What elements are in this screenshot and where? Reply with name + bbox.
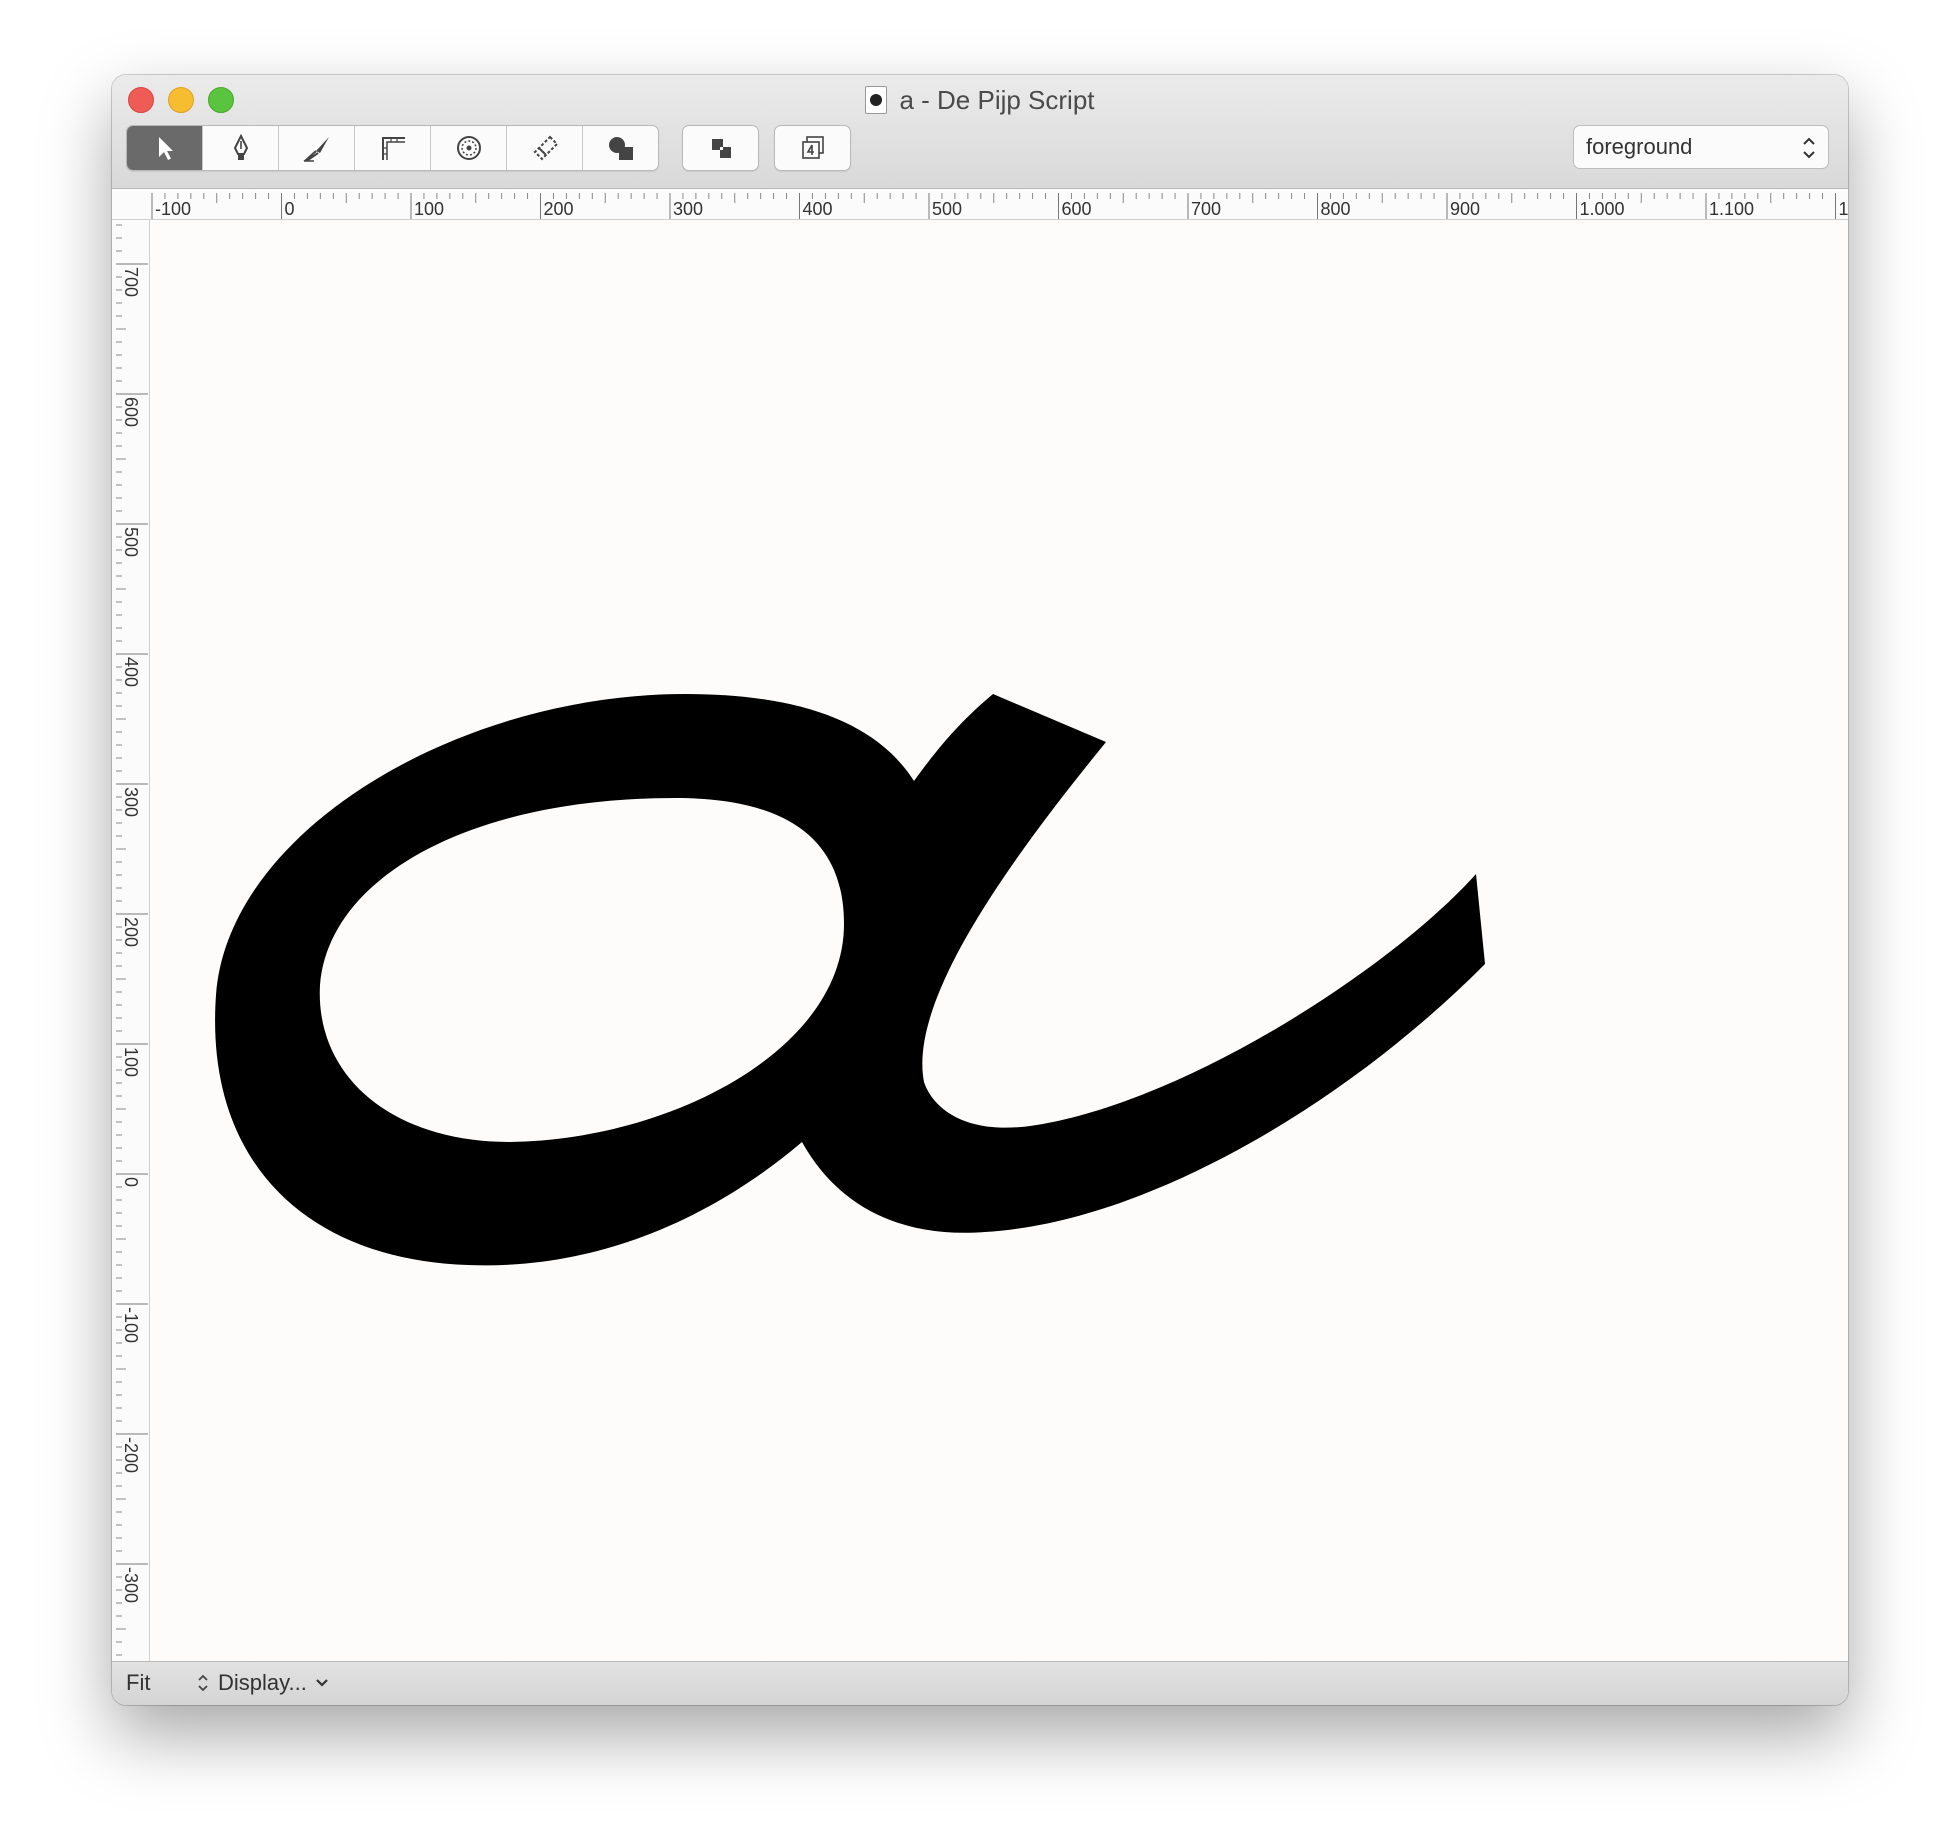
ruler-h-label: 100 xyxy=(414,199,444,219)
ruler-v-label: -100 xyxy=(121,1307,141,1343)
zoom-tool[interactable] xyxy=(431,126,507,170)
pen-icon xyxy=(233,133,248,160)
ruler-h-label: 700 xyxy=(1191,199,1221,219)
ruler-h-label: 1. xyxy=(1839,199,1849,219)
ruler-v-label: 300 xyxy=(121,787,141,817)
ruler-v-label: 400 xyxy=(121,657,141,687)
ruler-h-label: 0 xyxy=(285,199,295,219)
ruler-h-label: 1.100 xyxy=(1709,199,1754,219)
window-title: a - De Pijp Script xyxy=(112,83,1848,117)
measure-tool[interactable] xyxy=(355,126,431,170)
up-down-chevron-icon xyxy=(1803,137,1815,159)
horizontal-ruler-scale: -100 0 100 200 300 400 500 600 700 800 900 1.000 1.1… xyxy=(151,193,1849,219)
titlebar: a - De Pijp Script foreground xyxy=(112,75,1848,189)
up-down-stepper-icon[interactable] xyxy=(196,1672,210,1694)
layer-select-value: foreground xyxy=(1586,134,1693,159)
knife-icon xyxy=(302,137,329,162)
horizontal-ruler[interactable]: -100 0 100 200 300 400 500 600 700 800 900 1.000 1.1… xyxy=(112,189,1848,220)
eraser-icon xyxy=(533,135,558,161)
vertical-ruler-scale: 700 600 500 400 300 200 100 0 -100 -200 -300 xyxy=(116,224,148,1656)
ruler-h-label: 400 xyxy=(803,199,833,219)
editor-window: a - De Pijp Script foreground -100 0 100… xyxy=(112,75,1848,1705)
ruler-v-label: 200 xyxy=(121,917,141,947)
tool-segment xyxy=(126,125,659,171)
shapes-tool[interactable] xyxy=(583,126,658,170)
measure-icon xyxy=(381,137,405,160)
ruler-h-label: 1.000 xyxy=(1580,199,1625,219)
knife-tool[interactable] xyxy=(279,126,355,170)
ruler-v-label: 700 xyxy=(121,267,141,297)
display-menu-label: Display... xyxy=(218,1670,307,1695)
document-icon xyxy=(865,86,888,114)
eraser-tool[interactable] xyxy=(507,126,583,170)
ruler-h-label: -100 xyxy=(155,199,191,219)
glyph-a-drawing xyxy=(215,694,1485,1266)
ruler-h-label: 800 xyxy=(1321,199,1351,219)
pen-tool[interactable] xyxy=(203,126,279,170)
status-bar: Fit Display... xyxy=(112,1661,1848,1705)
window-title-text: a - De Pijp Script xyxy=(899,84,1095,115)
vertical-ruler[interactable]: 700 600 500 400 300 200 100 0 -100 -200 -300 xyxy=(112,220,150,1661)
shapes-icon xyxy=(608,137,633,160)
ruler-v-label: 500 xyxy=(121,527,141,557)
add-reference-button[interactable] xyxy=(775,126,850,170)
ruler-v-label: -300 xyxy=(121,1567,141,1603)
ruler-v-label: 0 xyxy=(121,1177,141,1187)
layer-order-button[interactable] xyxy=(683,126,758,170)
display-menu[interactable]: Display... xyxy=(196,1670,329,1696)
add-reference-icon xyxy=(801,136,824,159)
pointer-icon xyxy=(158,137,173,160)
layers-order-icon xyxy=(711,139,731,158)
ruler-h-label: 200 xyxy=(544,199,574,219)
ruler-v-label: 100 xyxy=(121,1047,141,1077)
ruler-h-label: 300 xyxy=(673,199,703,219)
zoom-icon xyxy=(456,136,481,160)
add-reference-segment xyxy=(774,125,851,171)
ruler-v-label: 600 xyxy=(121,397,141,427)
glyph-canvas[interactable] xyxy=(150,220,1848,1661)
pointer-tool[interactable] xyxy=(127,126,203,170)
layer-select[interactable]: foreground xyxy=(1573,125,1829,169)
ruler-h-label: 900 xyxy=(1450,199,1480,219)
layer-order-segment xyxy=(682,125,759,171)
glyph-a-outline[interactable] xyxy=(215,694,1485,1266)
zoom-level[interactable]: Fit xyxy=(126,1670,150,1696)
ruler-v-label: -200 xyxy=(121,1437,141,1473)
ruler-h-label: 600 xyxy=(1062,199,1092,219)
chevron-down-icon xyxy=(316,1679,328,1687)
ruler-h-label: 500 xyxy=(932,199,962,219)
